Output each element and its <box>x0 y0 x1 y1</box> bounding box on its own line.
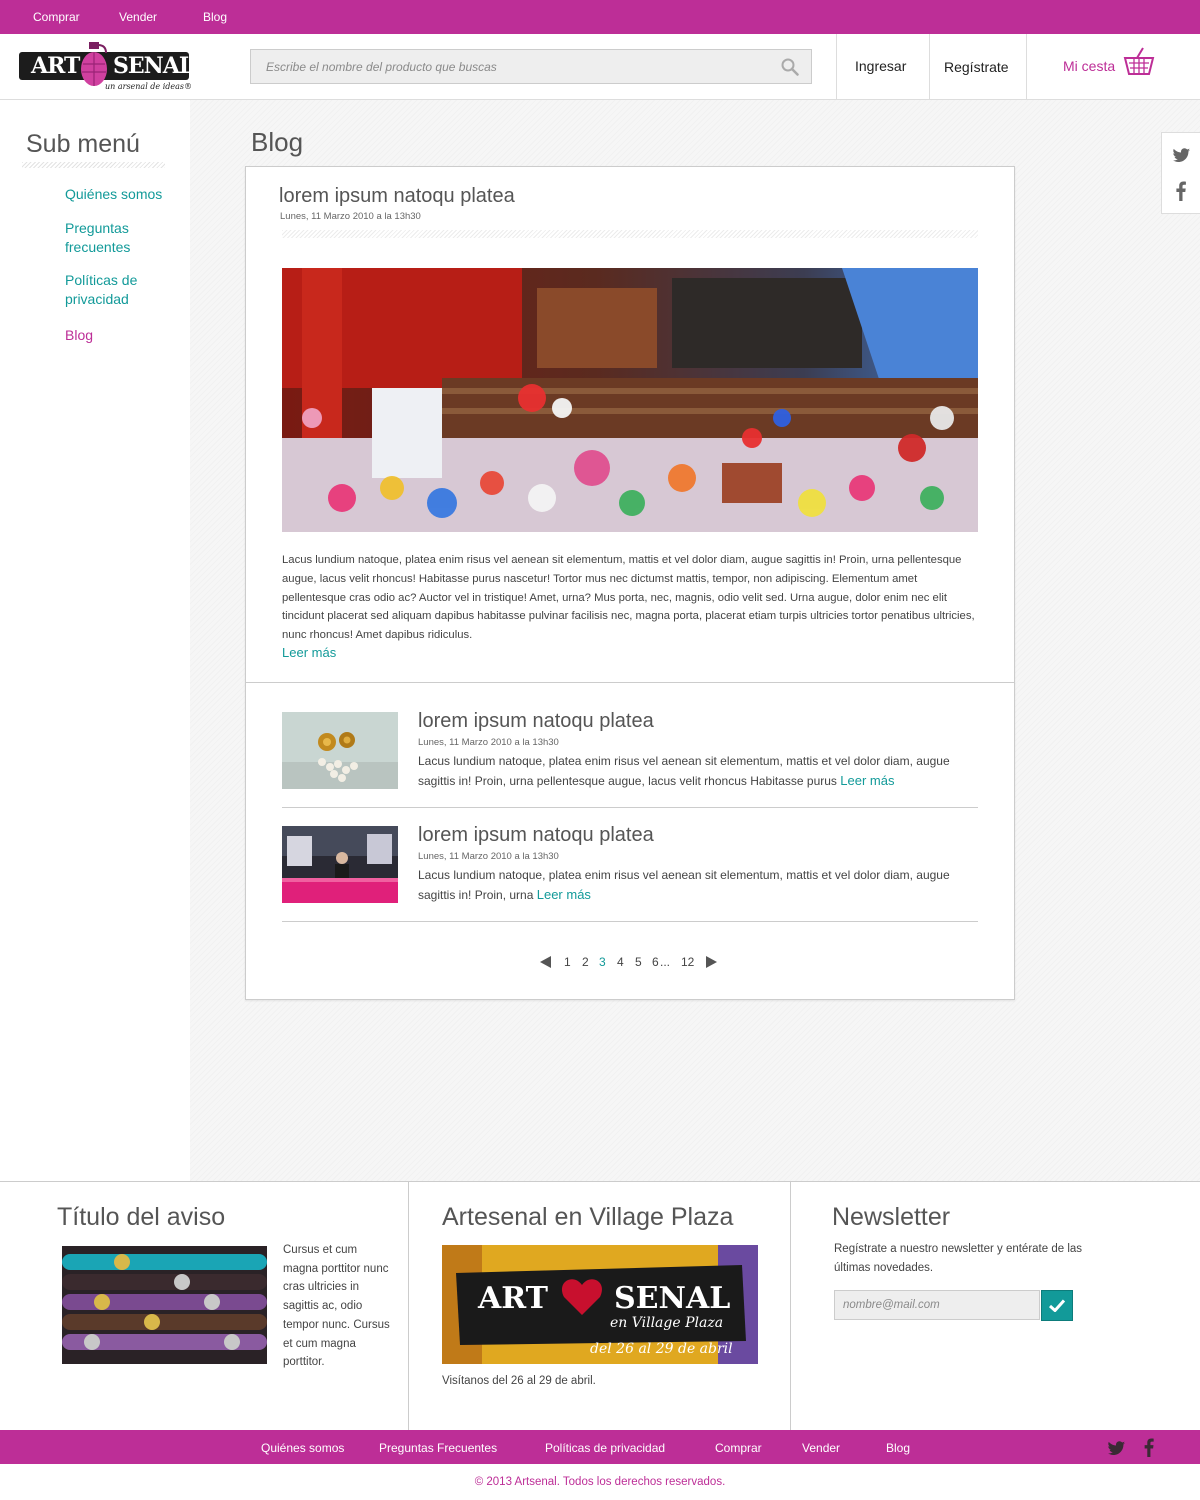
search-bar <box>250 49 812 84</box>
facebook-icon[interactable] <box>1144 1438 1154 1457</box>
twitter-icon[interactable] <box>1173 148 1191 163</box>
sidebar-title-underline <box>22 162 165 168</box>
post-title[interactable]: lorem ipsum natoqu platea <box>418 710 654 733</box>
top-nav-vender[interactable]: Vender <box>119 10 157 24</box>
logo[interactable]: ART SENAL un arsenal de ideas® <box>19 40 199 96</box>
banner-dates: del 26 al 29 de abril <box>590 1341 733 1357</box>
post-read-more-link[interactable]: Leer más <box>840 773 894 788</box>
footer-nav-politicas[interactable]: Políticas de privacidad <box>545 1441 665 1455</box>
section-divider <box>246 682 1014 683</box>
top-nav-blog[interactable]: Blog <box>203 10 227 24</box>
post-title[interactable]: lorem ipsum natoqu platea <box>418 824 654 847</box>
post-divider <box>282 807 978 808</box>
copyright-text: © 2013 Artsenal. Todos los derechos rese… <box>474 1476 726 1488</box>
footer-nav-blog[interactable]: Blog <box>886 1441 910 1455</box>
title-divider <box>282 230 978 238</box>
footer-nav-vender[interactable]: Vender <box>802 1441 840 1455</box>
header-divider <box>1026 34 1027 100</box>
search-input[interactable] <box>251 50 771 83</box>
sidebar-item-quienes-somos[interactable]: Quiénes somos <box>65 185 175 204</box>
post-read-more-link[interactable]: Leer más <box>537 887 591 902</box>
banner-word-senal: SENAL <box>614 1281 731 1316</box>
header-divider <box>836 34 837 100</box>
footer-divider <box>790 1182 791 1431</box>
earrings-photo <box>282 712 398 789</box>
notice-image[interactable] <box>62 1246 267 1364</box>
bracelets-photo <box>62 1246 267 1364</box>
post-thumbnail[interactable] <box>282 826 398 903</box>
footer-divider <box>408 1182 409 1431</box>
banner-subtitle: en Village Plaza <box>610 1315 724 1331</box>
sidebar-item-politicas-privacidad[interactable]: Políticas de privacidad <box>65 271 155 309</box>
newsletter-text: Regístrate a nuestro newsletter y entéra… <box>834 1243 1083 1274</box>
header-divider <box>929 34 930 100</box>
featured-post-excerpt: Lacus lundium natoque, platea enim risus… <box>282 551 982 645</box>
logo-tagline: un arsenal de ideas® <box>105 82 192 91</box>
prev-arrow-icon[interactable] <box>540 956 552 968</box>
post-divider <box>282 921 978 922</box>
event-banner[interactable]: ART SENAL en Village Plaza del 26 al 29 … <box>442 1245 758 1364</box>
page-title: Blog <box>251 127 304 157</box>
sidebar-title: Sub menú <box>26 130 140 158</box>
top-nav-bar: Comprar Vender Blog <box>0 0 1200 34</box>
page-link-1[interactable]: 1 <box>564 955 571 969</box>
logo-word-art: ART <box>31 53 80 79</box>
top-nav-comprar[interactable]: Comprar <box>33 10 80 24</box>
post-date: Lunes, 11 Marzo 2010 a la 13h30 <box>418 737 559 748</box>
post-excerpt: Lacus lundium natoque, platea enim risus… <box>418 866 988 905</box>
page-link-12[interactable]: 12 <box>681 955 694 969</box>
page-link-2[interactable]: 2 <box>582 955 589 969</box>
facebook-icon[interactable] <box>1176 181 1186 201</box>
social-side-tab <box>1161 132 1200 214</box>
featured-post-image[interactable] <box>282 268 978 532</box>
footer-nav-comprar[interactable]: Comprar <box>715 1441 762 1455</box>
fair-stand-photo <box>282 826 398 903</box>
login-link[interactable]: Ingresar <box>855 58 906 74</box>
logo-word-senal: SENAL <box>113 53 194 79</box>
notice-title: Título del aviso <box>57 1203 226 1231</box>
search-icon[interactable] <box>781 58 799 76</box>
page-link-current[interactable]: 3 <box>599 955 606 969</box>
sidebar-item-blog[interactable]: Blog <box>65 326 175 345</box>
post-excerpt: Lacus lundium natoque, platea enim risus… <box>418 752 988 791</box>
sidebar-item-preguntas-frecuentes[interactable]: Preguntas frecuentes <box>65 219 145 257</box>
post-date: Lunes, 11 Marzo 2010 a la 13h30 <box>418 851 559 862</box>
basket-icon <box>1123 47 1155 75</box>
footer-nav-preguntas[interactable]: Preguntas Frecuentes <box>379 1441 497 1455</box>
cart-button[interactable]: Mi cesta <box>1063 44 1163 84</box>
page-ellipsis: ... <box>660 955 671 969</box>
notice-text: Cursus et cum magna porttitor nunc cras … <box>283 1244 390 1369</box>
post-thumbnail[interactable] <box>282 712 398 789</box>
post-body: Lacus lundium natoque, platea enim risus… <box>418 868 950 902</box>
page-link-4[interactable]: 4 <box>617 955 624 969</box>
featured-post-title[interactable]: lorem ipsum natoqu platea <box>279 185 515 208</box>
register-link[interactable]: Regístrate <box>944 59 1009 75</box>
page-link-6[interactable]: 6 <box>652 955 659 969</box>
cart-label: Mi cesta <box>1063 58 1116 74</box>
page-link-5[interactable]: 5 <box>635 955 642 969</box>
next-arrow-icon[interactable] <box>705 956 717 968</box>
featured-post-body: Lacus lundium natoque, platea enim risus… <box>282 554 975 642</box>
banner-word-art: ART <box>478 1281 549 1316</box>
featured-post-date: Lunes, 11 Marzo 2010 a la 13h30 <box>280 211 421 222</box>
event-title: Artesenal en Village Plaza <box>442 1203 734 1231</box>
sidebar <box>0 100 190 1181</box>
footer-nav-quienes-somos[interactable]: Quiénes somos <box>261 1441 344 1455</box>
newsletter-email-input[interactable] <box>834 1290 1040 1320</box>
check-icon <box>1049 1299 1065 1312</box>
twitter-icon[interactable] <box>1108 1441 1126 1456</box>
footer-nav-bar: Quiénes somos Preguntas Frecuentes Polít… <box>0 1430 1200 1464</box>
market-stall-photo <box>282 268 978 532</box>
header: ART SENAL un arsenal de ideas® Ingresar … <box>0 34 1200 100</box>
newsletter-title: Newsletter <box>832 1203 951 1231</box>
event-caption: Visítanos del 26 al 29 de abril. <box>442 1375 596 1387</box>
newsletter-submit-button[interactable] <box>1041 1290 1073 1321</box>
featured-read-more-link[interactable]: Leer más <box>282 645 336 660</box>
